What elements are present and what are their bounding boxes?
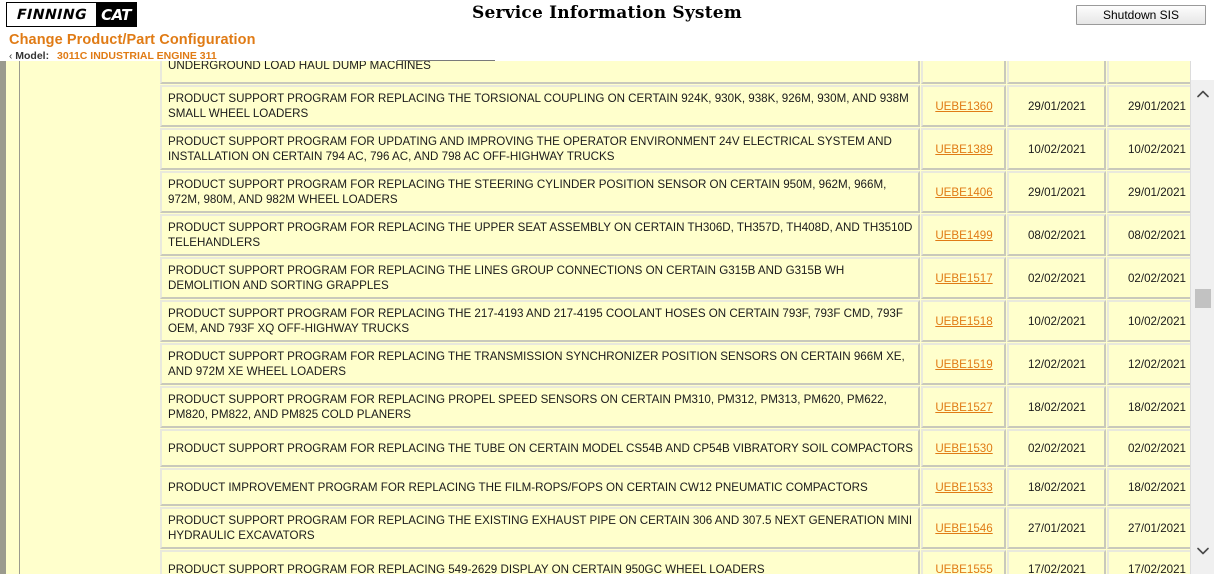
program-id-link[interactable]: UEBE1519 <box>935 358 992 371</box>
table-row[interactable]: PRODUCT SUPPORT PROGRAM FOR REPLACING TH… <box>160 507 1190 549</box>
cell-date1: 10/02/2021 <box>1007 128 1106 170</box>
cell-description: PRODUCT SUPPORT PROGRAM FOR REPLACING TH… <box>160 214 920 256</box>
cell-description: PRODUCT SUPPORT PROGRAM FOR REPLACING PR… <box>160 386 920 428</box>
program-id-link[interactable]: UEBE1533 <box>935 481 992 494</box>
cell-date1: 29/01/2021 <box>1007 171 1106 213</box>
program-id-link[interactable]: UEBE1360 <box>935 100 992 113</box>
app-title: Service Information System <box>0 3 1214 23</box>
cell-date2: 18/02/2021 <box>1107 386 1190 428</box>
cell-date2: 29/01/2021 <box>1107 171 1190 213</box>
cell-id: UEBE1555 <box>921 550 1006 574</box>
cell-date1: 18/02/2021 <box>1007 386 1106 428</box>
cell-date2: 27/01/2021 <box>1107 507 1190 549</box>
table-row[interactable]: PRODUCT SUPPORT PROGRAM FOR REPLACING TH… <box>160 429 1190 467</box>
panel-divider <box>19 61 20 574</box>
cell-description: PRODUCT SUPPORT PROGRAM FOR REPLACING TH… <box>160 300 920 342</box>
cell-id: UEBE1518 <box>921 300 1006 342</box>
table-row[interactable]: PRODUCT SUPPORT PROGRAM FOR REPLACING TH… <box>160 300 1190 342</box>
cell-id: UEBE1527 <box>921 386 1006 428</box>
table-row[interactable]: PRODUCT SUPPORT PROGRAM FOR REPLACING TH… <box>160 214 1190 256</box>
cell-id: UEBE1499 <box>921 214 1006 256</box>
shutdown-sis-button[interactable]: Shutdown SIS <box>1076 5 1206 25</box>
cell-description: PRODUCT SUPPORT PROGRAM FOR REPLACING TH… <box>160 429 920 467</box>
scrollbar-thumb[interactable] <box>1195 289 1211 308</box>
table-row[interactable]: PRODUCT SUPPORT PROGRAM FOR REPLACING 54… <box>160 550 1190 574</box>
program-id-link[interactable]: UEBE1527 <box>935 401 992 414</box>
table-row[interactable]: PRODUCT SUPPORT PROGRAM FOR REPLACING TH… <box>160 343 1190 385</box>
cell-id: UEBE1517 <box>921 257 1006 299</box>
cell-description: PRODUCT SUPPORT PROGRAM FOR REPLACING TH… <box>160 257 920 299</box>
cell-description: PRODUCT SUPPORT PROGRAM FOR REPLACING TH… <box>160 343 920 385</box>
cell-id: UEBE1389 <box>921 128 1006 170</box>
cell-date2: 02/02/2021 <box>1107 429 1190 467</box>
cell-date2: 18/02/2021 <box>1107 468 1190 506</box>
cell-date2: 02/02/2021 <box>1107 257 1190 299</box>
cell-description: PRODUCT IMPROVEMENT PROGRAM FOR REPLACIN… <box>160 468 920 506</box>
cell-date2: 10/02/2021 <box>1107 300 1190 342</box>
cell-date1: 02/02/2021 <box>1007 257 1106 299</box>
cell-date2: 17/02/2021 <box>1107 550 1190 574</box>
content-area: UNDERGROUND LOAD HAUL DUMP MACHINES PROD… <box>0 61 1214 574</box>
page-title: Change Product/Part Configuration <box>9 32 256 48</box>
cell-date1: 10/02/2021 <box>1007 300 1106 342</box>
program-id-link[interactable]: UEBE1546 <box>935 522 992 535</box>
cell-date1: 08/02/2021 <box>1007 214 1106 256</box>
cell-date1: 29/01/2021 <box>1007 85 1106 127</box>
cell-date2: 10/02/2021 <box>1107 128 1190 170</box>
scroll-up-button[interactable] <box>1191 81 1214 107</box>
cell-id <box>921 61 1006 84</box>
cell-description: PRODUCT SUPPORT PROGRAM FOR REPLACING TH… <box>160 507 920 549</box>
scrollbar-top-gap <box>1191 61 1214 80</box>
app-banner: FINNING CAT Service Information System S… <box>0 0 1214 30</box>
cell-date1: 02/02/2021 <box>1007 429 1106 467</box>
table-row[interactable]: PRODUCT SUPPORT PROGRAM FOR REPLACING PR… <box>160 386 1190 428</box>
table-row[interactable]: PRODUCT SUPPORT PROGRAM FOR REPLACING TH… <box>160 85 1190 127</box>
program-id-link[interactable]: UEBE1499 <box>935 229 992 242</box>
cell-description: PRODUCT SUPPORT PROGRAM FOR REPLACING 54… <box>160 550 920 574</box>
cell-date2: 12/02/2021 <box>1107 343 1190 385</box>
table-body: UNDERGROUND LOAD HAUL DUMP MACHINES PROD… <box>160 61 1190 574</box>
table-row[interactable]: PRODUCT SUPPORT PROGRAM FOR REPLACING TH… <box>160 257 1190 299</box>
cell-date1: 17/02/2021 <box>1007 550 1106 574</box>
program-id-link[interactable]: UEBE1555 <box>935 563 992 574</box>
cell-date1: 12/02/2021 <box>1007 343 1106 385</box>
product-support-programs-table: UNDERGROUND LOAD HAUL DUMP MACHINES PROD… <box>159 61 1190 574</box>
table-row[interactable]: PRODUCT SUPPORT PROGRAM FOR UPDATING AND… <box>160 128 1190 170</box>
program-id-link[interactable]: UEBE1518 <box>935 315 992 328</box>
cell-date1: 27/01/2021 <box>1007 507 1106 549</box>
cell-description: PRODUCT SUPPORT PROGRAM FOR REPLACING TH… <box>160 85 920 127</box>
program-id-link[interactable]: UEBE1517 <box>935 272 992 285</box>
chevron-down-icon <box>1197 547 1209 555</box>
cell-description: PRODUCT SUPPORT PROGRAM FOR UPDATING AND… <box>160 128 920 170</box>
cell-description: PRODUCT SUPPORT PROGRAM FOR REPLACING TH… <box>160 171 920 213</box>
cell-id: UEBE1530 <box>921 429 1006 467</box>
cell-id: UEBE1533 <box>921 468 1006 506</box>
table-row[interactable]: PRODUCT IMPROVEMENT PROGRAM FOR REPLACIN… <box>160 468 1190 506</box>
chevron-up-icon <box>1197 90 1209 98</box>
cell-id: UEBE1546 <box>921 507 1006 549</box>
scroll-down-button[interactable] <box>1191 538 1214 564</box>
vertical-scrollbar[interactable] <box>1190 61 1214 574</box>
cell-date2 <box>1107 61 1190 84</box>
cell-id: UEBE1360 <box>921 85 1006 127</box>
program-id-link[interactable]: UEBE1530 <box>935 442 992 455</box>
program-id-link[interactable]: UEBE1389 <box>935 143 992 156</box>
cell-date1 <box>1007 61 1106 84</box>
cell-description: UNDERGROUND LOAD HAUL DUMP MACHINES <box>160 61 920 84</box>
sub-header: Change Product/Part Configuration ‹ Mode… <box>0 30 1214 61</box>
cell-id: UEBE1406 <box>921 171 1006 213</box>
cell-date2: 08/02/2021 <box>1107 214 1190 256</box>
table-row-partial[interactable]: UNDERGROUND LOAD HAUL DUMP MACHINES <box>160 61 1190 84</box>
table-row[interactable]: PRODUCT SUPPORT PROGRAM FOR REPLACING TH… <box>160 171 1190 213</box>
results-panel: UNDERGROUND LOAD HAUL DUMP MACHINES PROD… <box>6 61 1190 574</box>
cell-date2: 29/01/2021 <box>1107 85 1190 127</box>
cell-date1: 18/02/2021 <box>1007 468 1106 506</box>
program-id-link[interactable]: UEBE1406 <box>935 186 992 199</box>
cell-id: UEBE1519 <box>921 343 1006 385</box>
